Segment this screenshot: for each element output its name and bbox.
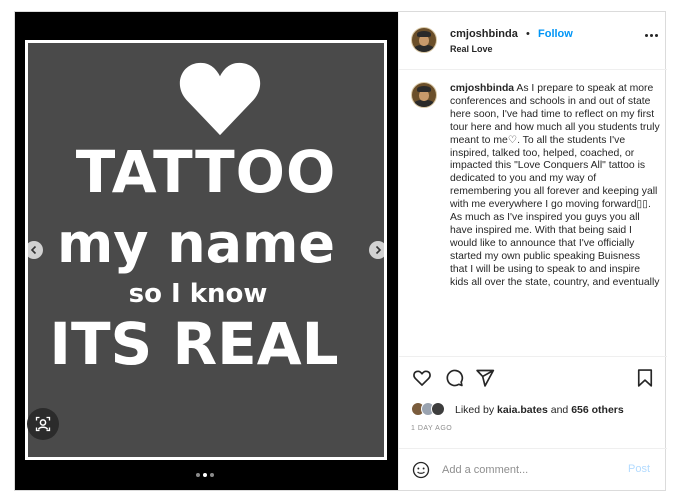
liker-avatar	[431, 402, 445, 416]
liker-username[interactable]: kaia.bates	[497, 404, 548, 416]
previous-slide-button[interactable]	[25, 241, 43, 259]
tag-icon	[35, 416, 51, 432]
emoji-icon[interactable]	[412, 461, 430, 479]
likes-count[interactable]: 656 others	[571, 404, 624, 416]
chevron-left-icon	[30, 245, 37, 255]
comment-box: Post	[399, 448, 667, 490]
poster-image: TATTOO my name so I know ITS REAL	[25, 40, 387, 460]
post-timestamp[interactable]: 1 DAY AGO	[411, 425, 452, 432]
tagged-users-button[interactable]	[27, 408, 59, 440]
post-media[interactable]: TATTOO my name so I know ITS REAL	[15, 12, 398, 490]
more-icon	[645, 34, 648, 37]
header-separator: •	[526, 28, 530, 40]
bookmark-icon[interactable]	[635, 368, 655, 388]
likes-prefix: Liked by	[455, 404, 495, 416]
carousel-dot	[196, 473, 200, 477]
poster-line-2: my name	[56, 212, 336, 275]
poster-line-1: TATTOO	[75, 138, 337, 206]
caption-username[interactable]: cmjoshbinda	[450, 83, 514, 94]
author-username[interactable]: cmjoshbinda	[450, 28, 518, 40]
post-side-panel: cmjoshbinda • Follow Real Love cmjoshbin…	[398, 12, 667, 490]
comment-icon[interactable]	[444, 368, 464, 388]
likes-summary[interactable]: Liked by kaia.bates and 656 others	[411, 402, 661, 418]
next-slide-button[interactable]	[369, 241, 387, 259]
post-header: cmjoshbinda • Follow Real Love	[399, 12, 667, 70]
heart-graphic	[179, 62, 261, 136]
post-comment-button[interactable]: Post	[628, 463, 650, 475]
author-avatar[interactable]	[411, 27, 437, 53]
poster-line-4: ITS REAL	[49, 310, 339, 378]
follow-button[interactable]: Follow	[538, 28, 573, 40]
share-icon[interactable]	[475, 368, 495, 388]
post-location[interactable]: Real Love	[450, 44, 493, 54]
caption-author-avatar[interactable]	[411, 82, 437, 108]
carousel-indicator	[196, 473, 214, 477]
likes-and: and	[550, 404, 569, 416]
carousel-dot	[210, 473, 214, 477]
post-dialog: TATTOO my name so I know ITS REAL cmjosh	[14, 11, 667, 491]
likes-text: Liked by kaia.bates and 656 others	[455, 404, 624, 416]
poster-line-3: so I know	[128, 279, 268, 309]
chevron-right-icon	[375, 245, 382, 255]
caption-area[interactable]: cmjoshbinda As I prepare to speak at mor…	[399, 70, 667, 357]
action-bar	[399, 357, 667, 395]
comment-input[interactable]	[442, 461, 622, 479]
caption: cmjoshbinda As I prepare to speak at mor…	[450, 83, 660, 290]
more-options-button[interactable]	[645, 34, 659, 40]
caption-text: As I prepare to speak at more conference…	[450, 83, 660, 288]
carousel-dot	[203, 473, 207, 477]
heart-icon[interactable]	[412, 368, 432, 388]
